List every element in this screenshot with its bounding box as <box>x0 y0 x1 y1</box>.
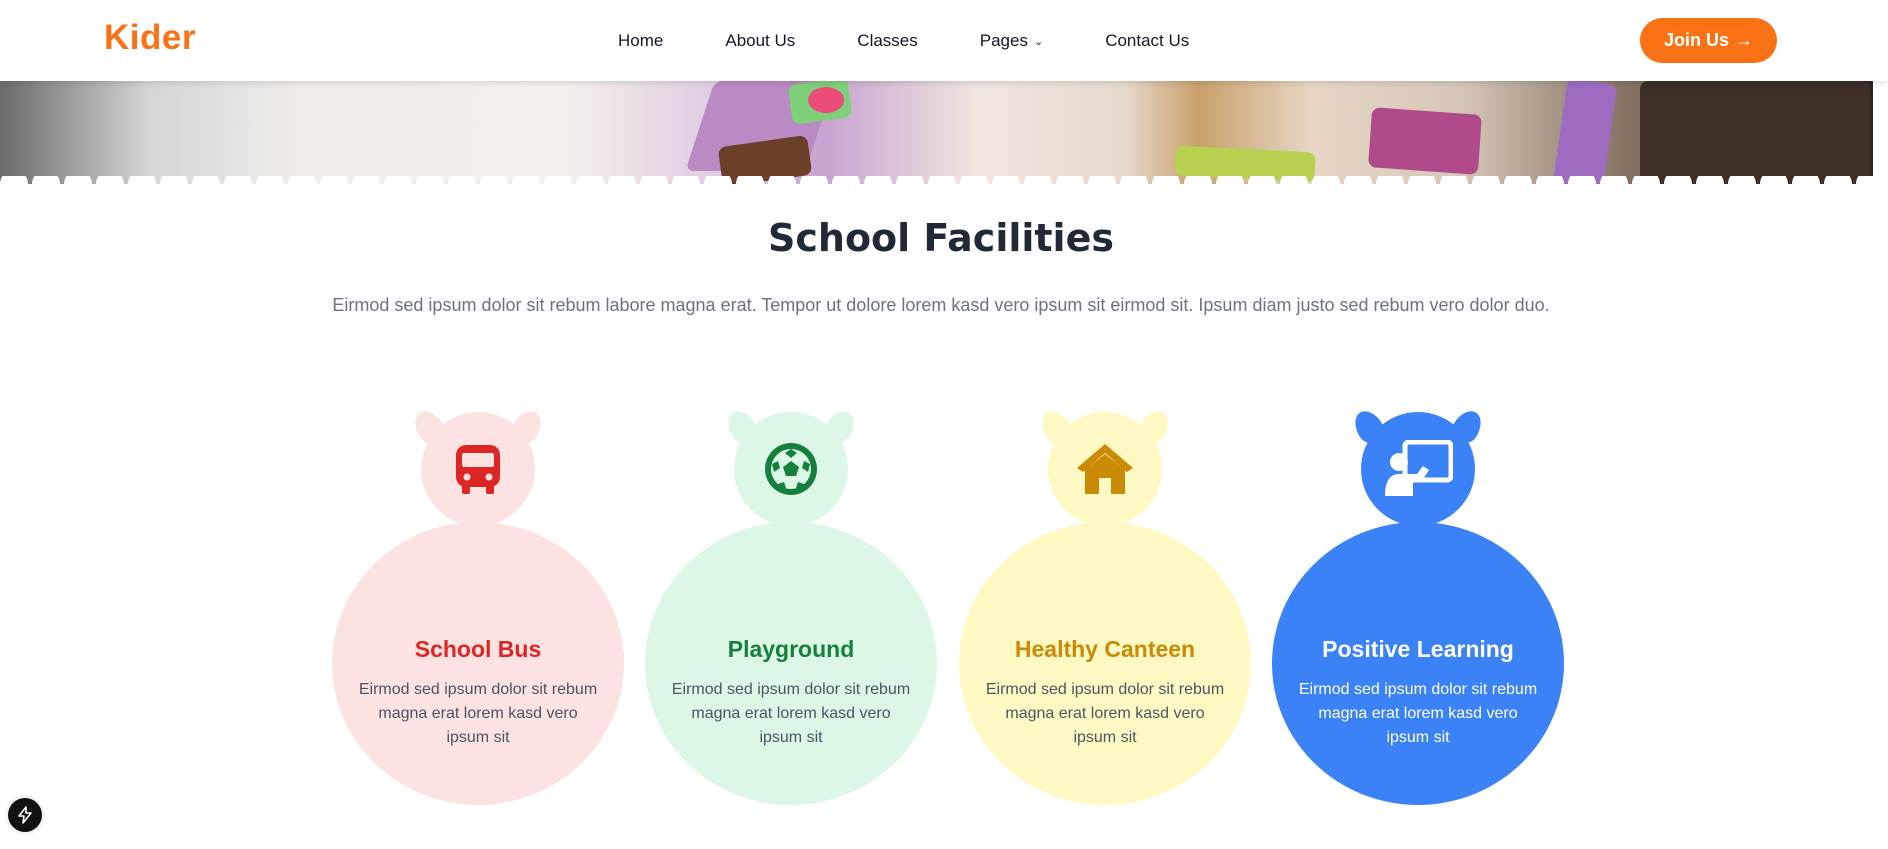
nav-home-link[interactable]: Home <box>618 31 663 51</box>
card-icon-circle <box>1048 412 1162 526</box>
section-title: School Facilities <box>768 216 1114 260</box>
hero-dark-area <box>1640 81 1870 188</box>
nav-pages-label: Pages <box>979 30 1028 50</box>
hero-image <box>0 81 1873 188</box>
soccer-ball-icon <box>765 443 817 495</box>
nav-about-link[interactable]: About Us <box>725 31 795 51</box>
hero-flower <box>808 87 844 113</box>
nav-classes-label: Classes <box>857 30 918 50</box>
facility-description: Eirmod sed ipsum dolor sit rebum magna e… <box>985 681 1225 746</box>
nav-pages-dropdown[interactable]: Pages ⌄ <box>980 31 1043 51</box>
facility-card-school-bus[interactable]: School Bus Eirmod sed ipsum dolor sit re… <box>332 405 624 828</box>
section-subtitle: Eirmod sed ipsum dolor sit rebum labore … <box>332 295 1550 315</box>
facility-description: Eirmod sed ipsum dolor sit rebum magna e… <box>358 681 598 746</box>
arrow-right-icon: → <box>1735 30 1753 50</box>
bus-icon <box>456 445 500 494</box>
join-us-button[interactable]: Join Us → <box>1640 18 1777 63</box>
facility-card-positive-learning[interactable]: Positive Learning Eirmod sed ipsum dolor… <box>1272 405 1564 828</box>
chevron-down-icon: ⌄ <box>1033 36 1044 48</box>
lightning-icon <box>18 806 32 824</box>
facility-description: Eirmod sed ipsum dolor sit rebum magna e… <box>1298 681 1538 746</box>
card-icon-circle <box>421 412 535 526</box>
nav-links: Home About Us Classes Pages ⌄ Contact Us <box>618 0 1251 81</box>
nav-home-label: Home <box>618 30 664 50</box>
card-body-circle <box>332 522 624 805</box>
nav-contact-label: Contact Us <box>1105 30 1190 50</box>
teacher-icon <box>1385 440 1453 496</box>
facility-title: Positive Learning <box>1322 636 1514 662</box>
facility-card-playground[interactable]: Playground Eirmod sed ipsum dolor sit re… <box>645 405 937 828</box>
facility-title: School Bus <box>414 636 542 662</box>
facility-title: Healthy Canteen <box>1014 636 1196 662</box>
lightning-badge-button[interactable] <box>8 798 42 832</box>
card-body-circle <box>959 522 1251 805</box>
card-icon-circle <box>1361 412 1475 526</box>
page: Kider Home About Us Classes Pages ⌄ Conta… <box>0 0 1888 849</box>
hero-pink-card <box>1368 107 1482 175</box>
card-body-circle <box>645 522 937 805</box>
logo[interactable]: Kider <box>104 18 196 58</box>
facility-description: Eirmod sed ipsum dolor sit rebum magna e… <box>671 681 911 746</box>
nav-classes-link[interactable]: Classes <box>857 31 917 51</box>
home-icon <box>1077 444 1133 494</box>
card-icon-circle <box>734 412 848 526</box>
card-body-circle <box>1272 522 1564 805</box>
nav-contact-link[interactable]: Contact Us <box>1105 31 1189 51</box>
hero-scallop-edge <box>0 176 1873 196</box>
navbar: Kider Home About Us Classes Pages ⌄ Conta… <box>0 0 1888 81</box>
join-us-label: Join Us <box>1663 30 1729 50</box>
facility-card-healthy-canteen[interactable]: Healthy Canteen Eirmod sed ipsum dolor s… <box>959 405 1251 828</box>
hero-purple-block <box>1552 81 1618 188</box>
nav-about-label: About Us <box>725 30 796 50</box>
facility-title: Playground <box>727 636 855 662</box>
